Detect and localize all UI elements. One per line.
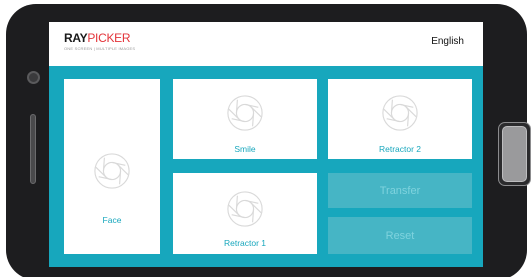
app-screen: RAYPICKER ONE SCREEN | MULTIPLE IMAGES E…: [49, 22, 483, 267]
logo-wordmark: RAYPICKER: [64, 32, 135, 45]
logo-ray-text: RAY: [64, 31, 88, 45]
camera-shutter-icon: [227, 95, 263, 131]
retractor-2-label: Retractor 2: [378, 144, 422, 154]
home-button-face[interactable]: [502, 126, 527, 182]
logo-tagline: ONE SCREEN | MULTIPLE IMAGES: [64, 46, 136, 51]
face-label: Face: [102, 215, 122, 225]
transfer-button[interactable]: Transfer: [328, 173, 472, 208]
language-selector[interactable]: English: [431, 36, 464, 47]
rayplicker-logo: RAYPICKER ONE SCREEN | MULTIPLE IMAGES: [64, 32, 136, 52]
retractor-1-capture-tile[interactable]: Retractor 1: [173, 173, 317, 254]
app-header: RAYPICKER ONE SCREEN | MULTIPLE IMAGES E…: [49, 22, 483, 66]
camera-shutter-icon: [227, 191, 263, 227]
speaker-grille: [30, 114, 36, 184]
smile-label: Smile: [234, 144, 256, 154]
retractor-2-capture-tile[interactable]: Retractor 2: [328, 79, 472, 159]
face-capture-tile[interactable]: Face: [64, 79, 160, 254]
home-button[interactable]: [498, 122, 531, 186]
logo-picker-text: PICKER: [87, 31, 131, 45]
reset-button[interactable]: Reset: [328, 217, 472, 254]
camera-shutter-icon: [94, 153, 130, 189]
retractor-1-label: Retractor 1: [223, 238, 267, 248]
camera-shutter-icon: [382, 95, 418, 131]
smile-capture-tile[interactable]: Smile: [173, 79, 317, 159]
camera-icon: [27, 71, 40, 84]
